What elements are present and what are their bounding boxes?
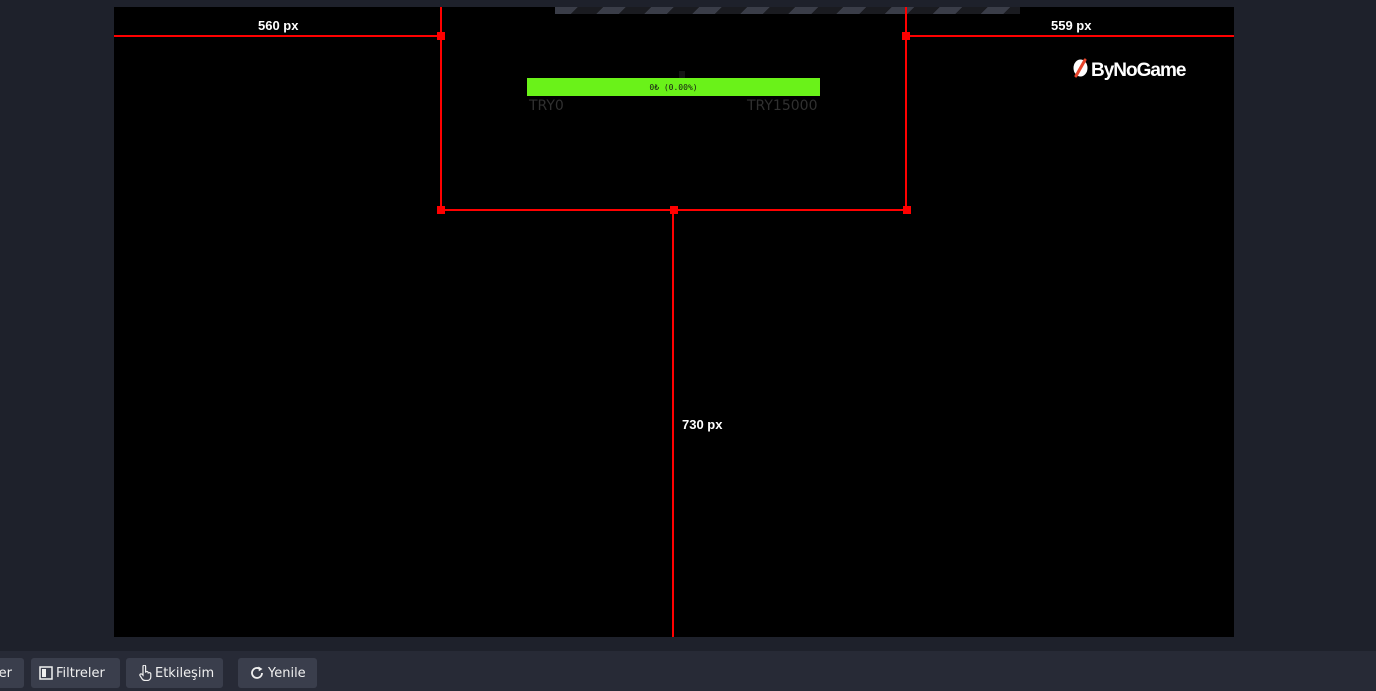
resize-handle-bottom-right[interactable] xyxy=(903,206,911,214)
donation-goal-bar-text: 0₺ (0.00%) xyxy=(649,82,698,92)
toolbar-partial-button[interactable]: er xyxy=(0,658,24,688)
filters-button-label: Filtreler xyxy=(56,665,105,681)
right-distance-guide xyxy=(907,35,1234,37)
hand-pointer-icon xyxy=(139,665,152,681)
bottom-distance-guide xyxy=(672,211,674,637)
refresh-button-label: Yenile xyxy=(268,665,306,681)
bottom-toolbar: er Filtreler Etkileşim Yenile xyxy=(0,651,1376,691)
goal-max-label: TRY15000 xyxy=(747,98,818,114)
resize-handle-right[interactable] xyxy=(902,32,910,40)
filters-button[interactable]: Filtreler xyxy=(31,658,120,688)
interact-button[interactable]: Etkileşim xyxy=(126,658,223,688)
refresh-button[interactable]: Yenile xyxy=(238,658,317,688)
resize-handle-left[interactable] xyxy=(437,32,445,40)
toolbar-partial-button-label: er xyxy=(0,665,12,681)
bottom-distance-label: 730 px xyxy=(682,417,723,432)
donation-goal-bar: 0₺ (0.00%) xyxy=(527,78,820,96)
resize-handle-bottom[interactable] xyxy=(670,206,678,214)
source-top-overflow-hatch xyxy=(555,7,1020,14)
bynogame-logo-icon xyxy=(1072,57,1089,84)
logo-text: ByNoGame xyxy=(1091,59,1186,81)
source-preview-canvas[interactable]: 560 px 559 px 730 px 0₺ (0.00%) TRY0 TRY… xyxy=(114,7,1234,637)
interact-button-label: Etkileşim xyxy=(155,665,215,681)
refresh-icon xyxy=(249,665,265,681)
filter-icon xyxy=(39,666,53,680)
goal-min-label: TRY0 xyxy=(529,98,564,114)
resize-handle-bottom-left[interactable] xyxy=(437,206,445,214)
goal-indicator-tick xyxy=(679,71,685,78)
left-distance-guide xyxy=(114,35,441,37)
left-distance-label: 560 px xyxy=(258,18,299,33)
bynogame-logo: ByNoGame xyxy=(1072,57,1186,84)
right-distance-label: 559 px xyxy=(1051,18,1092,33)
